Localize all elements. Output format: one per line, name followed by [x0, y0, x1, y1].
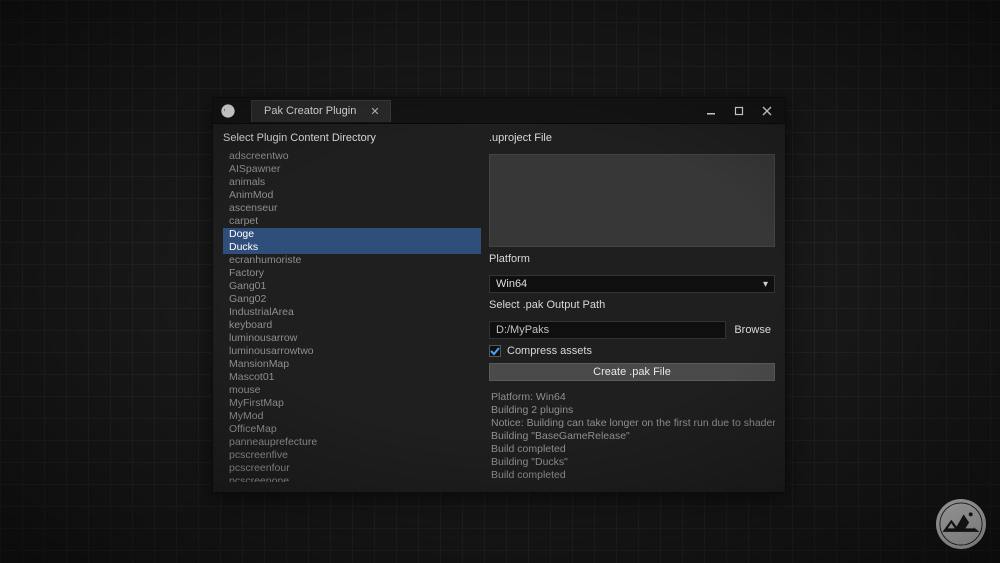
content-dir-label: Select Plugin Content Directory	[223, 132, 481, 144]
dir-item[interactable]: Gang01	[223, 280, 481, 293]
tab-pak-creator[interactable]: Pak Creator Plugin ✕	[251, 100, 391, 122]
dir-item[interactable]: Mascot01	[223, 371, 481, 384]
dir-item[interactable]: Factory	[223, 267, 481, 280]
dir-item[interactable]: keyboard	[223, 319, 481, 332]
body: Select Plugin Content Directory adscreen…	[213, 124, 785, 492]
right-pane: .uproject File Platform Win64 ▾ Select .…	[489, 132, 775, 482]
dir-item[interactable]: Ducks	[223, 241, 481, 254]
log-line: Build completed	[491, 443, 773, 456]
tab-close-icon[interactable]: ✕	[370, 105, 379, 118]
log-line: Build completed	[491, 469, 773, 482]
dir-item[interactable]: luminousarrow	[223, 332, 481, 345]
minimize-button[interactable]	[697, 101, 725, 121]
dir-item[interactable]: Gang02	[223, 293, 481, 306]
unreal-engine-logo-icon	[219, 102, 237, 120]
dir-item[interactable]: carpet	[223, 215, 481, 228]
build-log[interactable]: Platform: Win64Building 2 pluginsNotice:…	[489, 387, 775, 482]
dir-item[interactable]: luminousarrowtwo	[223, 345, 481, 358]
dir-item[interactable]: OfficeMap	[223, 423, 481, 436]
platform-label: Platform	[489, 253, 775, 265]
pak-creator-window: Pak Creator Plugin ✕ Select Plugin Conte…	[212, 97, 786, 493]
output-path-field[interactable]	[489, 321, 726, 339]
platform-value: Win64	[496, 278, 527, 290]
dir-item[interactable]: Doge	[223, 228, 481, 241]
browse-button[interactable]: Browse	[730, 324, 775, 336]
titlebar: Pak Creator Plugin ✕	[213, 98, 785, 124]
brand-logo-icon	[936, 499, 986, 549]
uproject-field[interactable]	[489, 154, 775, 247]
compress-label: Compress assets	[507, 345, 592, 357]
log-line: Platform: Win64	[491, 391, 773, 404]
log-line: Notice: Building can take longer on the …	[491, 417, 773, 430]
dir-item[interactable]: AISpawner	[223, 163, 481, 176]
platform-select[interactable]: Win64 ▾	[489, 275, 775, 293]
dir-item[interactable]: IndustrialArea	[223, 306, 481, 319]
content-dir-list[interactable]: adscreentwoAISpawneranimalsAnimModascens…	[223, 148, 481, 482]
log-line: Building "Ducks"	[491, 456, 773, 469]
maximize-button[interactable]	[725, 101, 753, 121]
dir-item[interactable]: adscreentwo	[223, 150, 481, 163]
dir-item[interactable]: ascenseur	[223, 202, 481, 215]
dir-item[interactable]: ecranhumoriste	[223, 254, 481, 267]
dir-item[interactable]: panneauprefecture	[223, 436, 481, 449]
uproject-label: .uproject File	[489, 132, 775, 144]
dir-item[interactable]: AnimMod	[223, 189, 481, 202]
dir-item[interactable]: MansionMap	[223, 358, 481, 371]
dir-item[interactable]: pcscreenfive	[223, 449, 481, 462]
log-line: Building 2 plugins	[491, 404, 773, 417]
output-path-label: Select .pak Output Path	[489, 299, 775, 311]
chevron-down-icon: ▾	[763, 279, 768, 290]
dir-item[interactable]: MyFirstMap	[223, 397, 481, 410]
dir-item[interactable]: animals	[223, 176, 481, 189]
dir-item[interactable]: pcscreenone	[223, 475, 481, 482]
close-button[interactable]	[753, 101, 781, 121]
window-controls	[697, 101, 781, 121]
left-pane: Select Plugin Content Directory adscreen…	[223, 132, 481, 482]
log-line: Building "BaseGameRelease"	[491, 430, 773, 443]
create-pak-button[interactable]: Create .pak File	[489, 363, 775, 381]
dir-item[interactable]: MyMod	[223, 410, 481, 423]
tab-title: Pak Creator Plugin	[264, 105, 356, 117]
dir-item[interactable]: mouse	[223, 384, 481, 397]
dir-item[interactable]: pcscreenfour	[223, 462, 481, 475]
compress-checkbox[interactable]	[489, 345, 501, 357]
